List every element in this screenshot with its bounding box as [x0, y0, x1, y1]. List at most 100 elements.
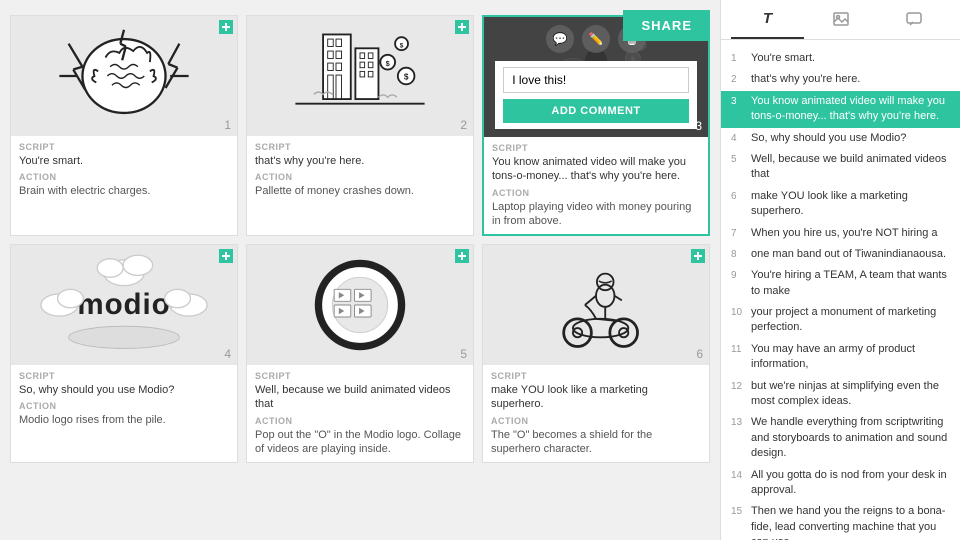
script-item-14[interactable]: 14All you gotta do is nod from your desk… — [721, 465, 960, 502]
card-script-text-3: You know animated video will make you to… — [492, 155, 700, 184]
svg-text:$: $ — [400, 42, 404, 49]
tab-text[interactable]: T — [731, 0, 804, 39]
storyboard-card-2: $ $ $ 2 SCRIPT that's why you're here. — [246, 15, 474, 236]
script-item-text-3: You know animated video will make you to… — [751, 94, 950, 125]
script-item-num-13: 13 — [731, 415, 751, 430]
card-add-btn-2[interactable] — [455, 20, 469, 34]
svg-text:$: $ — [386, 59, 390, 68]
script-item-text-1: You're smart. — [751, 51, 950, 66]
card-image-4: modio 4 — [11, 245, 237, 365]
card-script-label-1: SCRIPT — [19, 142, 229, 152]
card-script-text-2: that's why you're here. — [255, 154, 465, 168]
script-item-num-1: 1 — [731, 51, 751, 66]
card-action-text-3: Laptop playing video with money pouring … — [492, 200, 700, 229]
script-item-3[interactable]: 3You know animated video will make you t… — [721, 91, 960, 128]
card-action-text-1: Brain with electric charges. — [19, 184, 229, 198]
card-image-6: 6 — [483, 245, 709, 365]
card-add-btn-1[interactable] — [219, 20, 233, 34]
script-item-num-11: 11 — [731, 342, 751, 357]
script-item-text-7: When you hire us, you're NOT hiring a — [751, 226, 950, 241]
comment-input[interactable] — [503, 67, 689, 93]
script-item-4[interactable]: 4So, why should you use Modio? — [721, 128, 960, 149]
card-script-text-4: So, why should you use Modio? — [19, 383, 229, 397]
script-item-num-5: 5 — [731, 152, 751, 167]
script-item-num-14: 14 — [731, 468, 751, 483]
tab-comment[interactable] — [877, 0, 950, 39]
script-item-15[interactable]: 15Then we hand you the reigns to a bona-… — [721, 501, 960, 540]
script-item-12[interactable]: 12but we're ninjas at simplifying even t… — [721, 376, 960, 413]
card-content-1: SCRIPT You're smart. ACTION Brain with e… — [11, 136, 237, 205]
script-item-num-9: 9 — [731, 268, 751, 283]
card-script-label-6: SCRIPT — [491, 371, 701, 381]
card-action-label-3: ACTION — [492, 188, 700, 198]
card-script-label-3: SCRIPT — [492, 143, 700, 153]
script-item-9[interactable]: 9You're hiring a TEAM, A team that wants… — [721, 265, 960, 302]
svg-text:modio: modio — [77, 288, 170, 321]
card-content-3: SCRIPT You know animated video will make… — [484, 137, 708, 234]
card-content-5: SCRIPT Well, because we build animated v… — [247, 365, 473, 462]
script-item-num-2: 2 — [731, 72, 751, 87]
card-script-label-4: SCRIPT — [19, 371, 229, 381]
comment-tab-icon — [906, 11, 922, 27]
card-action-label-1: ACTION — [19, 172, 229, 182]
script-item-num-10: 10 — [731, 305, 751, 320]
right-sidebar: T 1You're smart.2that's why you're here.… — [720, 0, 960, 540]
script-item-text-4: So, why should you use Modio? — [751, 131, 950, 146]
card-action-text-4: Modio logo rises from the pile. — [19, 413, 229, 427]
script-item-13[interactable]: 13We handle everything from scriptwritin… — [721, 412, 960, 464]
card-script-text-6: make YOU look like a marketing superhero… — [491, 383, 701, 412]
chat-icon[interactable]: 💬 — [546, 25, 574, 53]
card-script-text-1: You're smart. — [19, 154, 229, 168]
script-item-5[interactable]: 5Well, because we build animated videos … — [721, 149, 960, 186]
card-number-2: 2 — [460, 118, 467, 132]
card-action-text-2: Pallette of money crashes down. — [255, 184, 465, 198]
card-number-6: 6 — [696, 347, 703, 361]
comment-box: ADD COMMENT — [495, 61, 697, 129]
script-item-text-6: make YOU look like a marketing superhero… — [751, 189, 950, 220]
text-tab-icon: T — [763, 10, 772, 27]
card-number-4: 4 — [224, 347, 231, 361]
script-item-1[interactable]: 1You're smart. — [721, 48, 960, 69]
card-action-label-5: ACTION — [255, 416, 465, 426]
card-action-label-4: ACTION — [19, 401, 229, 411]
script-item-text-2: that's why you're here. — [751, 72, 950, 87]
script-item-num-8: 8 — [731, 247, 751, 262]
card-image-2: $ $ $ 2 — [247, 16, 473, 136]
script-item-10[interactable]: 10your project a monument of marketing p… — [721, 302, 960, 339]
storyboard-card-5: 5 SCRIPT Well, because we build animated… — [246, 244, 474, 463]
script-item-num-15: 15 — [731, 504, 751, 519]
script-item-num-4: 4 — [731, 131, 751, 146]
edit-icon[interactable]: ✏️ — [582, 25, 610, 53]
card-add-btn-6[interactable] — [691, 249, 705, 263]
storyboard-card-6: 6 SCRIPT make YOU look like a marketing … — [482, 244, 710, 463]
card-script-text-5: Well, because we build animated videos t… — [255, 383, 465, 412]
card-script-label-2: SCRIPT — [255, 142, 465, 152]
image-tab-icon — [833, 11, 849, 27]
script-item-num-12: 12 — [731, 379, 751, 394]
script-item-text-9: You're hiring a TEAM, A team that wants … — [751, 268, 950, 299]
card-content-2: SCRIPT that's why you're here. ACTION Pa… — [247, 136, 473, 205]
card-add-btn-5[interactable] — [455, 249, 469, 263]
script-item-text-12: but we're ninjas at simplifying even the… — [751, 379, 950, 410]
script-item-text-13: We handle everything from scriptwriting … — [751, 415, 950, 461]
script-list: 1You're smart.2that's why you're here.3Y… — [721, 40, 960, 540]
add-comment-button[interactable]: ADD COMMENT — [503, 99, 689, 123]
storyboard-grid: 1 SCRIPT You're smart. ACTION Brain with… — [10, 10, 710, 463]
card-script-label-5: SCRIPT — [255, 371, 465, 381]
script-item-6[interactable]: 6make YOU look like a marketing superher… — [721, 186, 960, 223]
tab-image[interactable] — [804, 0, 877, 39]
share-button[interactable]: SHARE — [623, 10, 710, 41]
script-item-num-3: 3 — [731, 94, 751, 109]
script-item-11[interactable]: 11You may have an army of product inform… — [721, 339, 960, 376]
main-storyboard-area: SHARE — [0, 0, 720, 540]
script-item-7[interactable]: 7When you hire us, you're NOT hiring a — [721, 223, 960, 244]
script-item-num-6: 6 — [731, 189, 751, 204]
script-item-text-10: your project a monument of marketing per… — [751, 305, 950, 336]
svg-text:$: $ — [404, 72, 409, 82]
script-item-8[interactable]: 8one man band out of Tiwanindianaousa. — [721, 244, 960, 265]
card-add-btn-4[interactable] — [219, 249, 233, 263]
card-image-5: 5 — [247, 245, 473, 365]
card-action-text-6: The "O" becomes a shield for the superhe… — [491, 428, 701, 457]
script-item-2[interactable]: 2that's why you're here. — [721, 69, 960, 90]
card-number-5: 5 — [460, 347, 467, 361]
